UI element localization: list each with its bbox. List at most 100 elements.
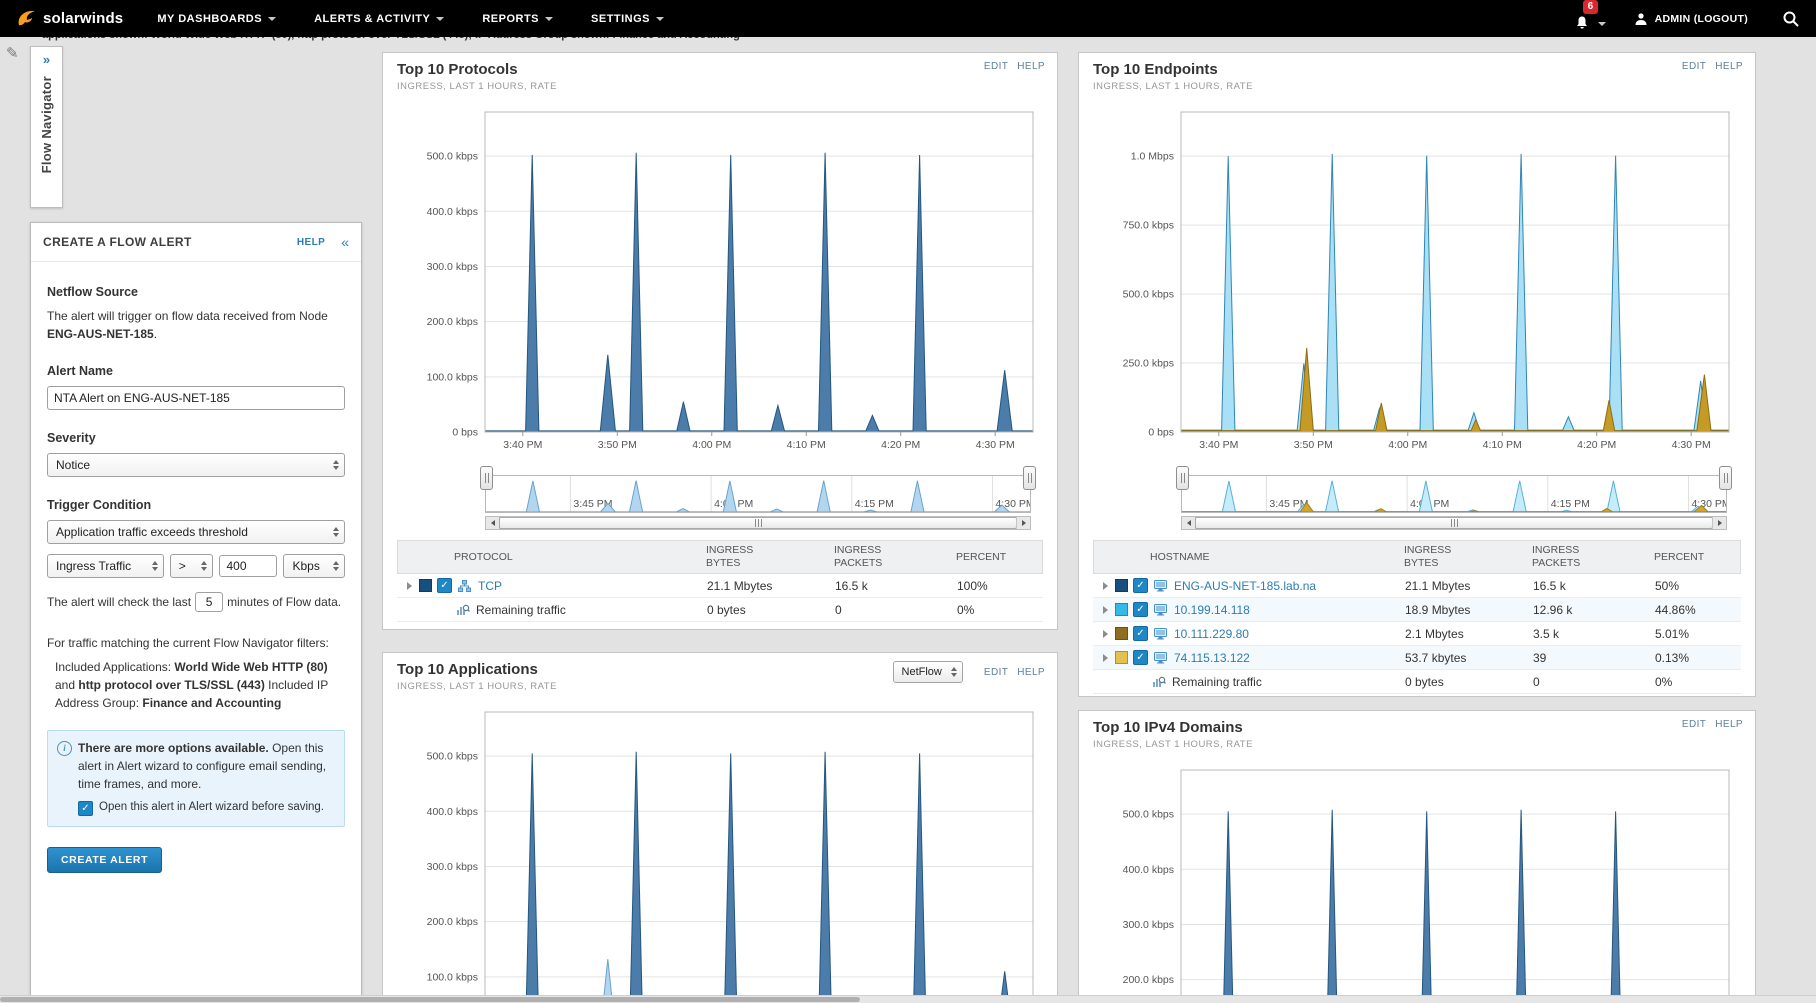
severity-select[interactable]: Notice	[47, 453, 345, 477]
row-link[interactable]: 74.115.13.122	[1174, 651, 1250, 665]
scroll-right-arrow[interactable]	[1016, 517, 1030, 529]
svg-text:3:50 PM: 3:50 PM	[1294, 439, 1333, 451]
time-range-selector: 3:45 PM4:00 PM4:15 PM4:30 PM	[1176, 466, 1732, 530]
help-link[interactable]: HELP	[1017, 667, 1045, 678]
collapse-panel-icon[interactable]: «	[341, 234, 349, 250]
info-text: There are more options available. Open t…	[78, 741, 327, 791]
svg-text:200.0 kbps: 200.0 kbps	[1123, 974, 1174, 986]
threshold-input[interactable]	[219, 555, 278, 577]
row-link[interactable]: ENG-AUS-NET-185.lab.na	[1174, 579, 1316, 593]
help-link[interactable]: HELP	[1715, 719, 1743, 730]
row-checkbox[interactable]: ✓	[1133, 578, 1148, 593]
endpoint-icon	[1154, 651, 1170, 664]
row-checkbox[interactable]: ✓	[437, 578, 452, 593]
table-row: ✓ 10.199.14.118 18.9 Mbytes 12.96 k 44.86%	[1093, 598, 1741, 622]
scroll-left-arrow[interactable]	[1182, 517, 1196, 529]
create-alert-button[interactable]: CREATE ALERT	[47, 847, 163, 873]
endpoints-rate-chart: 0 bps 250.0 kbps 500.0 kbps 750.0 kbps 1.0 M…	[1093, 100, 1741, 467]
expand-icon[interactable]: »	[43, 52, 50, 67]
brand-text: solarwinds	[43, 10, 124, 27]
nav-menu-settings[interactable]: SETTINGS	[591, 13, 665, 25]
table-header-row: HOSTNAME INGRESS BYTES INGRESS PACKETS PERC…	[1093, 540, 1741, 574]
time-range-overview-chart[interactable]: 3:45 PM4:00 PM4:15 PM4:30 PM	[480, 466, 1036, 513]
table-header-row: PROTOCOL INGRESS BYTES INGRESS PACKETS PERC…	[397, 540, 1043, 574]
solarwinds-logo[interactable]: solarwinds	[16, 8, 123, 30]
protocol-icon	[458, 579, 474, 592]
row-checkbox[interactable]: ✓	[1133, 602, 1148, 617]
edit-link[interactable]: EDIT	[1682, 61, 1706, 72]
scrollbar-thumb[interactable]	[499, 517, 1017, 529]
edit-page-icon[interactable]: ✎	[6, 44, 19, 62]
nav-menu-alerts-activity[interactable]: ALERTS & ACTIVITY	[314, 12, 445, 25]
chart-scrollbar[interactable]	[485, 516, 1031, 530]
row-name-cell: ✓ 10.111.229.80	[1093, 626, 1405, 641]
range-handle-right[interactable]	[1719, 466, 1732, 490]
search-icon	[1782, 10, 1800, 28]
svg-text:500.0 kbps: 500.0 kbps	[1123, 809, 1174, 821]
row-link[interactable]: 10.199.14.118	[1174, 603, 1250, 617]
alert-name-input[interactable]	[47, 386, 345, 410]
row-link[interactable]: TCP	[478, 579, 502, 593]
row-name-cell: Remaining traffic	[1093, 675, 1405, 689]
series-color-chip	[419, 579, 432, 592]
row-checkbox[interactable]: ✓	[1133, 650, 1148, 665]
row-checkbox[interactable]: ✓	[1133, 626, 1148, 641]
widget-title: Top 10 IPv4 Domains	[1093, 719, 1243, 736]
range-handle-left[interactable]	[1176, 466, 1189, 490]
expand-caret-icon[interactable]	[1101, 654, 1115, 662]
range-handle-left[interactable]	[480, 466, 493, 490]
series-color-chip	[1115, 579, 1128, 592]
table-row: ✓ 10.111.229.80 2.1 Mbytes 3.5 k 5.01%	[1093, 622, 1741, 646]
time-range-overview-chart[interactable]: 3:45 PM4:00 PM4:15 PM4:30 PM	[1176, 466, 1732, 513]
flow-type-select[interactable]: NetFlow	[892, 661, 963, 683]
svg-text:400.0 kbps: 400.0 kbps	[427, 806, 478, 818]
cell-value: 0.13%	[1655, 650, 1690, 665]
edit-link[interactable]: EDIT	[1682, 719, 1706, 730]
edit-link[interactable]: EDIT	[984, 667, 1008, 678]
protocols-rate-chart: 0 bps 100.0 kbps 200.0 kbps 300.0 kbps 400.0…	[397, 100, 1043, 467]
nav-menu-reports[interactable]: REPORTS	[482, 13, 554, 25]
expand-caret-icon[interactable]	[1101, 582, 1115, 590]
wizard-checkbox-line: ✓ Open this alert in Alert wizard before…	[78, 801, 334, 816]
traffic-direction-select[interactable]: Ingress Traffic	[47, 554, 164, 578]
cell-value: 16.5 k	[835, 578, 868, 593]
search-button[interactable]	[1782, 10, 1800, 28]
row-link[interactable]: 10.111.229.80	[1174, 627, 1249, 641]
help-link[interactable]: HELP	[1017, 61, 1045, 72]
cell-value: 0%	[1655, 674, 1673, 689]
range-handle-right[interactable]	[1023, 466, 1036, 490]
scroll-left-arrow[interactable]	[486, 517, 500, 529]
operator-select[interactable]: >	[169, 554, 214, 578]
unit-select[interactable]: Kbps	[283, 554, 345, 578]
expand-caret-icon[interactable]	[1101, 606, 1115, 614]
nav-menu-label: ALERTS & ACTIVITY	[314, 12, 431, 25]
row-label: Remaining traffic	[1172, 674, 1262, 689]
panel-title: CREATE A FLOW ALERT	[43, 235, 192, 249]
cell-value: 0 bytes	[1405, 674, 1444, 689]
horizontal-scrollbar[interactable]	[0, 995, 1816, 1003]
user-menu[interactable]: ADMIN (LOGOUT)	[1634, 12, 1748, 26]
horizontal-scrollbar-thumb[interactable]	[0, 997, 860, 1002]
notifications-button[interactable]: 6	[1574, 0, 1606, 31]
check-minutes-input[interactable]	[195, 592, 224, 612]
flow-navigator-tab[interactable]: » Flow Navigator	[30, 46, 63, 208]
nav-menu-my-dashboards[interactable]: MY DASHBOARDS	[157, 13, 277, 25]
panel-header: CREATE A FLOW ALERT HELP «	[31, 223, 361, 262]
netflow-source-heading: Netflow Source	[47, 285, 138, 299]
panel-help-link[interactable]: HELP	[297, 237, 325, 248]
trigger-condition-select[interactable]: Application traffic exceeds threshold	[47, 520, 345, 544]
scroll-right-arrow[interactable]	[1712, 517, 1726, 529]
severity-value: Notice	[56, 458, 91, 472]
table-row: ✓ 74.115.13.122 53.7 kbytes 39 0.13%	[1093, 646, 1741, 670]
wizard-checkbox[interactable]: ✓	[78, 801, 93, 816]
expand-caret-icon[interactable]	[405, 582, 419, 590]
chart-scrollbar[interactable]	[1181, 516, 1727, 530]
cell-value: 21.1 Mbytes	[1405, 578, 1471, 593]
scrollbar-thumb[interactable]	[1195, 517, 1713, 529]
edit-link[interactable]: EDIT	[984, 61, 1008, 72]
wizard-checkbox-label: Open this alert in Alert wizard before s…	[99, 801, 325, 813]
expand-caret-icon[interactable]	[1101, 630, 1115, 638]
help-link[interactable]: HELP	[1715, 61, 1743, 72]
operator-value: >	[178, 559, 186, 573]
series-color-chip	[1115, 603, 1128, 616]
